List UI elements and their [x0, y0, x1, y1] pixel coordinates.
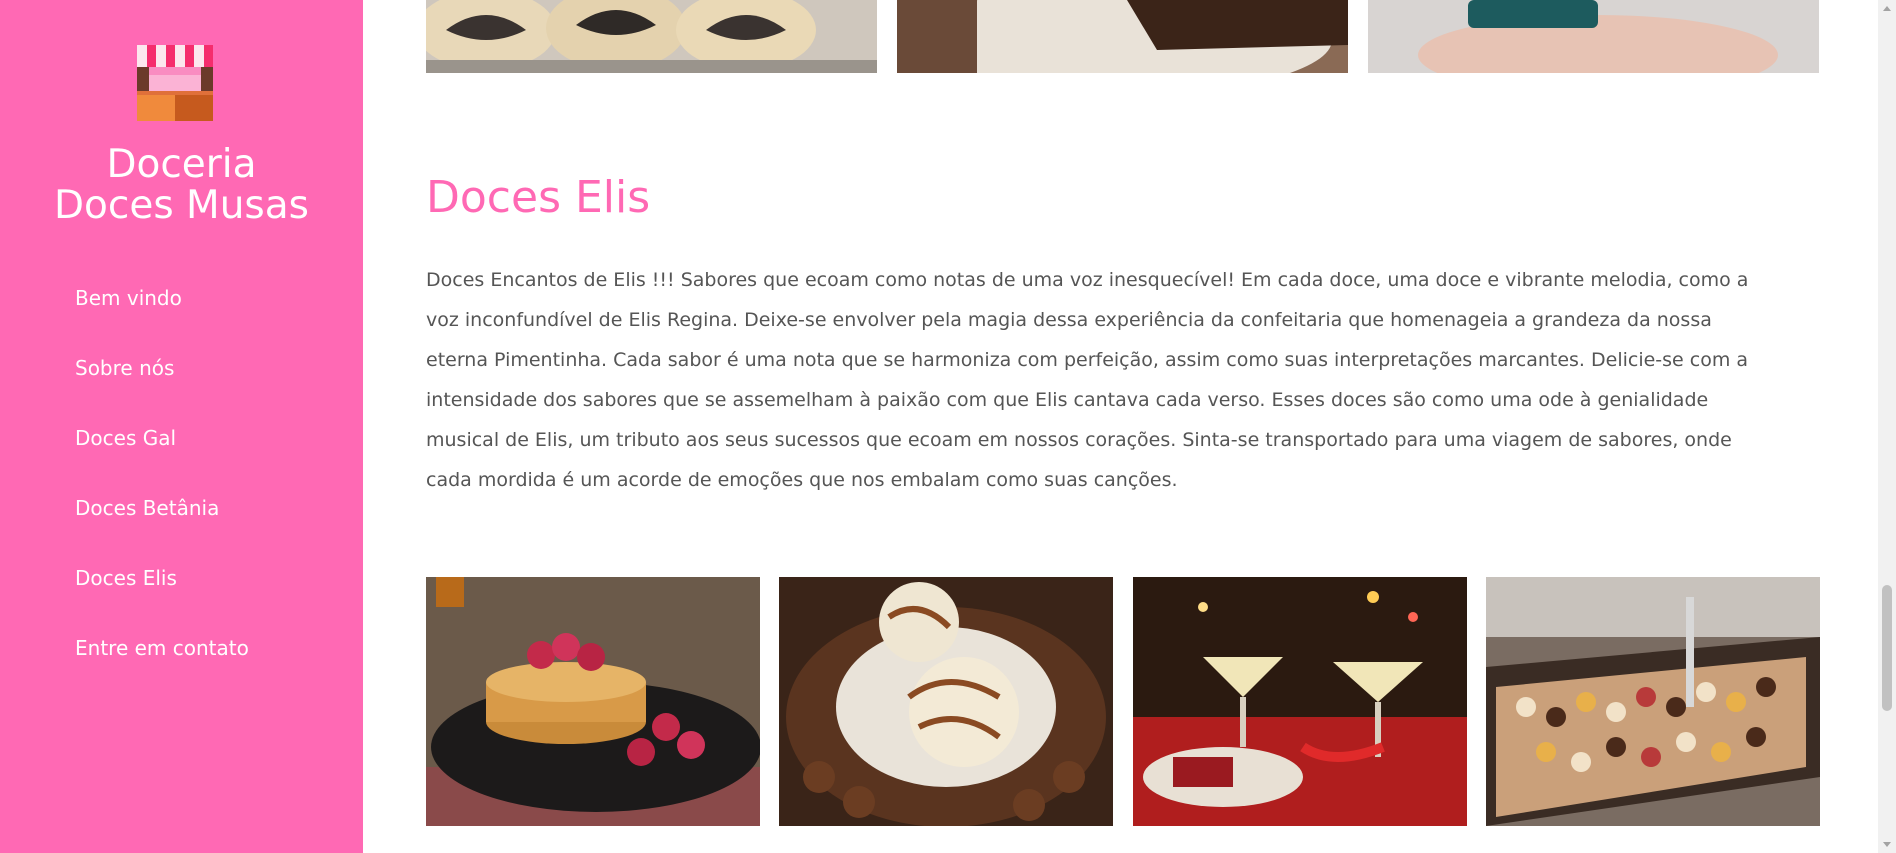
section-title: Doces Elis: [426, 172, 651, 223]
nav-item-doces-elis[interactable]: Doces Elis: [75, 560, 249, 630]
christmas-cocktails-photo: [1133, 577, 1467, 826]
site-title: Doceria Doces Musas: [0, 144, 363, 226]
sidebar-nav: Bem vindo Sobre nós Doces Gal Doces Betâ…: [75, 280, 249, 700]
scrollbar-thumb[interactable]: [1882, 585, 1892, 711]
shop-awning-icon: [137, 45, 213, 121]
scroll-down-arrow-icon[interactable]: [1883, 842, 1891, 847]
cupcake-in-hand-photo: [1368, 0, 1819, 73]
chocolate-cake-slice-photo: [897, 0, 1348, 73]
pancakes-raspberries-photo: [426, 577, 760, 826]
main-content: Doces Elis Doces Encantos de Elis !!! Sa…: [363, 0, 1878, 853]
pastry-display-case-photo: [1486, 577, 1820, 826]
sidebar: Doceria Doces Musas Bem vindo Sobre nós …: [0, 0, 363, 853]
nav-item-doces-betania[interactable]: Doces Betânia: [75, 490, 249, 560]
nav-item-doces-gal[interactable]: Doces Gal: [75, 420, 249, 490]
nav-item-bem-vindo[interactable]: Bem vindo: [75, 280, 249, 350]
nav-item-entre-em-contato[interactable]: Entre em contato: [75, 630, 249, 700]
app-window: Doceria Doces Musas Bem vindo Sobre nós …: [0, 0, 1896, 853]
site-title-line-1: Doceria: [106, 142, 257, 187]
site-title-line-2: Doces Musas: [54, 183, 309, 228]
poppy-seed-roll-photo: [426, 0, 877, 73]
vertical-scrollbar[interactable]: [1878, 0, 1896, 853]
coconut-chocolate-dessert-photo: [779, 577, 1113, 826]
nav-item-sobre-nos[interactable]: Sobre nós: [75, 350, 249, 420]
scroll-up-arrow-icon[interactable]: [1883, 6, 1891, 11]
section-description: Doces Encantos de Elis !!! Sabores que e…: [426, 269, 1749, 491]
